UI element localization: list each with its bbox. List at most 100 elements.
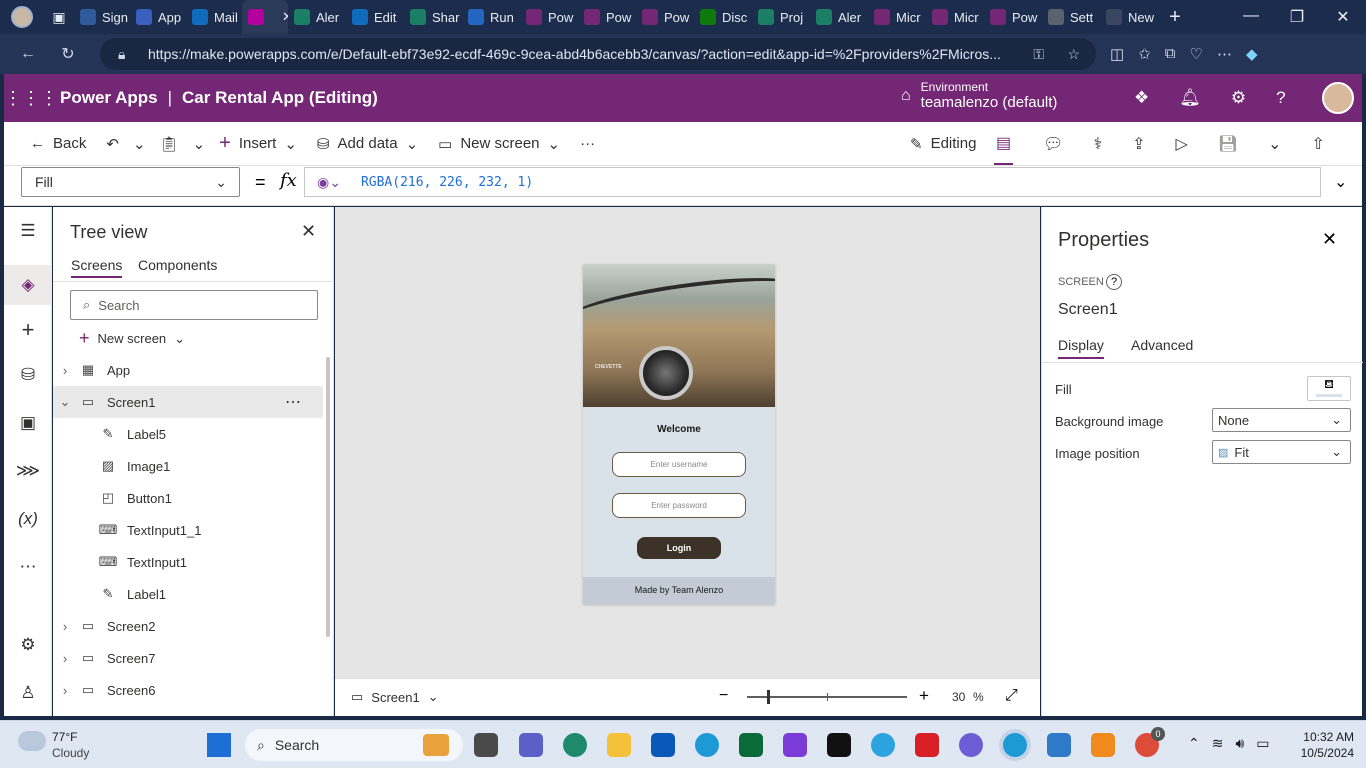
browser-tab[interactable]: Run	[462, 0, 520, 34]
tree-item[interactable]: ✎ Label1	[53, 578, 323, 610]
split-screen-icon[interactable]: ◫	[1110, 45, 1124, 63]
tree-item[interactable]: ✎ Label5	[53, 418, 323, 450]
share-icon[interactable]: ⇪	[1132, 134, 1145, 154]
powerbi-icon[interactable]	[739, 733, 763, 757]
paste-button[interactable]: 📋︎	[150, 122, 189, 166]
undo-button[interactable]: ↶	[96, 122, 129, 166]
environment-picker[interactable]: ⌂ Environment teamalenzo (default)	[901, 80, 1057, 111]
browser-tab[interactable]: Pow	[520, 0, 578, 34]
username-input[interactable]: Enter username	[612, 452, 746, 477]
favorite-star-icon[interactable]: ☆	[1067, 46, 1080, 63]
weather-condition[interactable]: Cloudy	[52, 746, 89, 760]
control-name[interactable]: Screen1	[1058, 301, 1118, 319]
file-explorer-icon[interactable]	[607, 733, 631, 757]
data-icon[interactable]: ⛁	[4, 365, 52, 385]
browser-tab[interactable]: Pow	[984, 0, 1042, 34]
new-tab-button[interactable]: +	[1158, 6, 1192, 29]
save-icon[interactable]: 💾︎	[1218, 134, 1238, 154]
add-data-button[interactable]: ⛁ Add data ⌄	[307, 122, 428, 166]
menu-icon[interactable]: ☰	[4, 221, 52, 241]
volume-icon[interactable]: 🔊︎	[1235, 735, 1244, 752]
chevron-right-icon[interactable]: ›	[53, 619, 77, 634]
login-button[interactable]: Login	[637, 537, 721, 559]
tab-actions-icon[interactable]: ▣	[44, 9, 74, 26]
notifications-icon[interactable]: 🔔︎	[1179, 88, 1201, 108]
welcome-label[interactable]: Welcome	[583, 424, 775, 435]
url-field[interactable]: 🔒︎ https://make.powerapps.com/e/Default-…	[100, 38, 1096, 70]
browser-tab[interactable]: Shar	[404, 0, 462, 34]
clock-time[interactable]: 10:32 AM	[1290, 730, 1354, 744]
browser-tab[interactable]: Proj	[752, 0, 810, 34]
tree-item[interactable]: ◰ Button1	[53, 482, 323, 514]
tab-components[interactable]: Components	[138, 257, 217, 273]
more-options-icon[interactable]: ⋯	[285, 392, 301, 412]
teams-icon[interactable]	[519, 733, 543, 757]
screen-selector[interactable]: ▭ Screen1 ⌄	[351, 689, 439, 705]
chevron-right-icon[interactable]: ›	[53, 651, 77, 666]
chevron-right-icon[interactable]: ›	[53, 683, 77, 698]
more-icon[interactable]: ⋯	[1217, 45, 1232, 63]
back-nav-icon[interactable]: ←	[12, 45, 44, 63]
copilot-header-icon[interactable]: ❖	[1134, 88, 1149, 108]
tree-item[interactable]: ⌨ TextInput1_1	[53, 514, 323, 546]
help-icon[interactable]: ?	[1276, 88, 1285, 108]
variables-icon[interactable]: (x)	[4, 509, 52, 529]
edge-dev-icon[interactable]	[563, 733, 587, 757]
car-hero-image[interactable]: CHEVETTE	[583, 264, 775, 407]
chevron-down-icon[interactable]: ⌄	[53, 394, 77, 410]
browser-tab[interactable]: Pow	[636, 0, 694, 34]
app-checker-icon[interactable]: ⚕	[1093, 134, 1102, 154]
close-properties-icon[interactable]: ✕	[1322, 229, 1337, 250]
browser-tab[interactable]: Sett	[1042, 0, 1100, 34]
browser-tab[interactable]: Edit	[346, 0, 404, 34]
tree-item[interactable]: › ▭ Screen6	[53, 674, 323, 706]
more-commands-button[interactable]: ···	[570, 122, 605, 166]
paste-dropdown[interactable]: ⌄	[189, 122, 210, 166]
app-screen-preview[interactable]: CHEVETTE Welcome Enter username Enter pa…	[583, 264, 775, 604]
favorites-icon[interactable]: ✩	[1138, 45, 1151, 63]
tree-scrollbar[interactable]	[326, 357, 330, 637]
capcut-icon[interactable]	[827, 733, 851, 757]
tree-item[interactable]: › ▦ App	[53, 354, 323, 386]
insert-rail-icon[interactable]: +	[4, 317, 52, 343]
comments-icon[interactable]: 💬︎	[1043, 134, 1063, 154]
copilot-icon[interactable]: ◆	[1246, 45, 1258, 63]
background-image-dropdown[interactable]: None ⌄	[1212, 408, 1351, 432]
telegram-icon[interactable]	[871, 733, 895, 757]
power-automate-icon[interactable]: ⋙	[4, 461, 52, 481]
back-button[interactable]: ← Back	[4, 122, 96, 166]
vlc-icon[interactable]	[1091, 733, 1115, 757]
avatar[interactable]	[1322, 82, 1354, 114]
taskbar-search[interactable]: ⌕ Search	[245, 729, 463, 761]
maximize-button[interactable]: ❐	[1274, 7, 1320, 27]
tab-screens[interactable]: Screens	[71, 257, 123, 278]
tree-item[interactable]: ⌄ ▭ Screen1 ⋯	[53, 386, 323, 418]
browser-tab[interactable]: Micr	[926, 0, 984, 34]
settings-rail-icon[interactable]: ⚙	[4, 635, 52, 655]
more-tools-icon[interactable]: ⋯	[4, 557, 52, 577]
footer-label[interactable]: Made by Team Alenzo	[583, 577, 775, 604]
expand-formula-icon[interactable]: ⌄	[1334, 172, 1347, 192]
chevron-up-icon[interactable]: ⌃	[1188, 735, 1200, 752]
chevron-right-icon[interactable]: ›	[53, 363, 77, 378]
help-circle-icon[interactable]: ?	[1106, 274, 1122, 290]
wifi-icon[interactable]: ≋	[1212, 735, 1224, 752]
zoom-in-icon[interactable]: +	[919, 686, 929, 706]
editing-button[interactable]: ✎ Editing	[900, 122, 986, 166]
tree-item[interactable]: › ▭ Screen7	[53, 642, 323, 674]
zoom-out-icon[interactable]: −	[719, 687, 728, 705]
photos-icon[interactable]	[1047, 733, 1071, 757]
browser-tab[interactable]: Mail	[186, 0, 242, 34]
edge-icon[interactable]	[695, 733, 719, 757]
browser-tab[interactable]: Disc	[694, 0, 752, 34]
new-screen-button[interactable]: ▭ New screen ⌄	[428, 122, 570, 166]
tree-item[interactable]: ⌨ TextInput1	[53, 546, 323, 578]
clipchamp-icon[interactable]	[783, 733, 807, 757]
tree-item[interactable]: ▨ Image1	[53, 450, 323, 482]
performance-icon[interactable]: ♡	[1189, 45, 1202, 63]
netflix-icon[interactable]	[915, 733, 939, 757]
browser-tab[interactable]: Pow	[578, 0, 636, 34]
fit-to-window-icon[interactable]: ⤢	[1005, 687, 1018, 705]
properties-pane-icon[interactable]: ▤	[994, 123, 1014, 165]
close-window-button[interactable]: ✕	[1320, 7, 1366, 27]
